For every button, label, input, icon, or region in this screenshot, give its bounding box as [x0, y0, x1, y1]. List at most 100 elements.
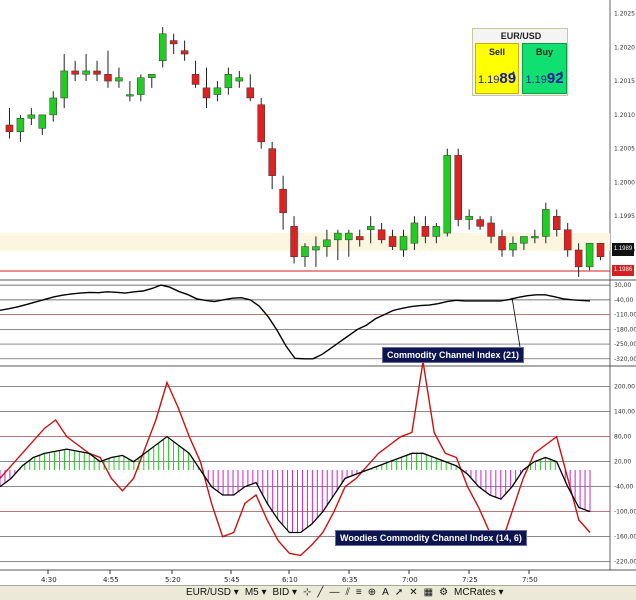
- candle-body: [366, 226, 375, 230]
- candle-body: [158, 33, 167, 62]
- tool-cross-icon[interactable]: ✕: [409, 587, 417, 598]
- price-scale-label: 1.2015: [614, 78, 635, 85]
- candle-body: [563, 229, 572, 251]
- cci-indicator-label[interactable]: Commodity Channel Index (21): [382, 347, 525, 363]
- woodies-scale-label: -100,00: [614, 509, 636, 516]
- candle-body: [552, 215, 561, 230]
- toolbar: EUR/USD ▾ M5 ▾ BID ▾ ⊹ ╱ — ⫽ ≡ ⊕ A ➚ ✕ ▦…: [186, 586, 504, 598]
- price-scale-label: 1.2000: [614, 179, 635, 186]
- candle-body: [60, 70, 68, 99]
- candle-body: [169, 40, 178, 45]
- last-price-tag: 1.1989: [612, 243, 634, 256]
- buy-price-prefix: 1.19: [525, 74, 547, 86]
- candle-body: [410, 222, 419, 244]
- candle-body: [16, 117, 25, 132]
- candle-body: [476, 219, 484, 227]
- candle-body: [49, 97, 58, 116]
- tool-hline-icon[interactable]: —: [329, 587, 339, 598]
- cci-scale-label: -40,00: [614, 297, 634, 304]
- tool-line-icon[interactable]: ╱: [317, 587, 323, 598]
- candle-body: [224, 74, 233, 89]
- candle-body: [345, 232, 353, 241]
- candle-body: [213, 87, 222, 95]
- woodies-scale-label: -220,00: [614, 559, 636, 566]
- candle-body: [585, 242, 594, 268]
- candle-body: [202, 87, 211, 99]
- candle-body: [82, 70, 90, 75]
- candle-body: [235, 77, 244, 82]
- candle-body: [520, 236, 528, 244]
- tool-channel-icon[interactable]: ⫽: [345, 587, 349, 598]
- candle-body: [257, 104, 265, 143]
- candle-body: [71, 70, 79, 75]
- candle-body: [312, 246, 320, 251]
- candle-body: [421, 226, 430, 237]
- price-scale-label: 1.2005: [614, 146, 635, 153]
- candle-body: [465, 215, 473, 220]
- candle-body: [334, 232, 342, 241]
- candle-body: [487, 222, 495, 237]
- time-label: 5:45: [224, 576, 240, 584]
- candle-body: [432, 226, 441, 237]
- quote-symbol: EUR/USD: [500, 31, 542, 41]
- candle-body: [93, 70, 101, 75]
- timeframe-selector[interactable]: M5 ▾: [245, 587, 267, 598]
- candle-body: [596, 242, 605, 257]
- time-label: 4:55: [103, 576, 119, 584]
- time-label: 5:20: [165, 576, 181, 584]
- candle-body: [377, 229, 386, 241]
- candle-body: [323, 239, 331, 247]
- woodies-scale-label: -40,00: [614, 484, 634, 491]
- woodies-indicator-label[interactable]: Woodies Commodity Channel Index (14, 6): [335, 530, 527, 546]
- time-label: 7:25: [462, 576, 478, 584]
- candle-body: [301, 246, 309, 257]
- up-arrow-icon: ↑: [510, 66, 517, 82]
- price-type-selector[interactable]: BID ▾: [273, 587, 297, 598]
- candle-body: [443, 155, 452, 234]
- candle-body: [180, 50, 189, 55]
- tool-fibo-icon[interactable]: ≡: [356, 587, 362, 598]
- price-scale-label: 1.2020: [614, 44, 635, 51]
- woodies-scale-label: 20,00: [614, 459, 631, 466]
- feed-selector[interactable]: MCRates ▾: [454, 587, 504, 598]
- candle-body: [574, 249, 583, 268]
- up-arrow-icon: ↑: [558, 66, 565, 82]
- candle-body: [355, 236, 364, 241]
- tool-grid-icon[interactable]: ▦: [424, 587, 433, 598]
- quote-panel: EUR/USD Sell 1.1989 ↑ Buy 1.1992 ↑: [472, 28, 568, 96]
- tool-props-icon[interactable]: ⚙: [439, 587, 448, 598]
- price-scale-label: 1.2025: [614, 11, 635, 18]
- candle-body: [137, 77, 145, 95]
- candle-body: [246, 87, 255, 99]
- sell-button[interactable]: Sell 1.1989 ↑: [475, 43, 519, 94]
- cci-scale-label: -320,00: [614, 356, 636, 363]
- cci-scale-label: 30,00: [614, 282, 631, 289]
- woodies-scale-label: 140,00: [614, 409, 635, 416]
- time-label: 7:00: [402, 576, 418, 584]
- price-scale-label: 1.2010: [614, 112, 635, 119]
- time-label: 6:35: [342, 576, 358, 584]
- symbol-selector[interactable]: EUR/USD ▾: [186, 587, 239, 598]
- time-label: 7:50: [522, 576, 538, 584]
- candle-body: [126, 94, 134, 97]
- candle-body: [191, 74, 200, 85]
- candle-body: [279, 188, 287, 214]
- time-axis: 4:30 4:55 5:20 5:45 6:10 6:35 7:00 7:25 7:50: [41, 570, 538, 584]
- woodies-scale-label: -160,00: [614, 534, 636, 541]
- buy-button[interactable]: Buy 1.1992 ↑: [522, 43, 567, 94]
- tool-text-icon[interactable]: A: [382, 587, 389, 598]
- candle-body: [38, 114, 47, 129]
- candle-body: [27, 114, 36, 119]
- sell-price-prefix: 1.19: [477, 74, 500, 86]
- woodies-scale-label: 80,00: [614, 434, 631, 441]
- time-label: 6:10: [282, 576, 298, 584]
- tool-arrow-icon[interactable]: ➚: [395, 587, 403, 598]
- price-scales: 1.2025 1.2020 1.2015 1.2010 1.2005 1.2000 1.19…: [614, 11, 636, 566]
- time-label: 4:30: [41, 576, 57, 584]
- candle-body: [388, 236, 397, 247]
- tool-zoom-icon[interactable]: ⊕: [368, 587, 376, 598]
- candle-body: [498, 236, 506, 251]
- candle-body: [268, 148, 276, 176]
- candle-body: [509, 242, 517, 251]
- tool-crosshair-icon[interactable]: ⊹: [303, 587, 311, 598]
